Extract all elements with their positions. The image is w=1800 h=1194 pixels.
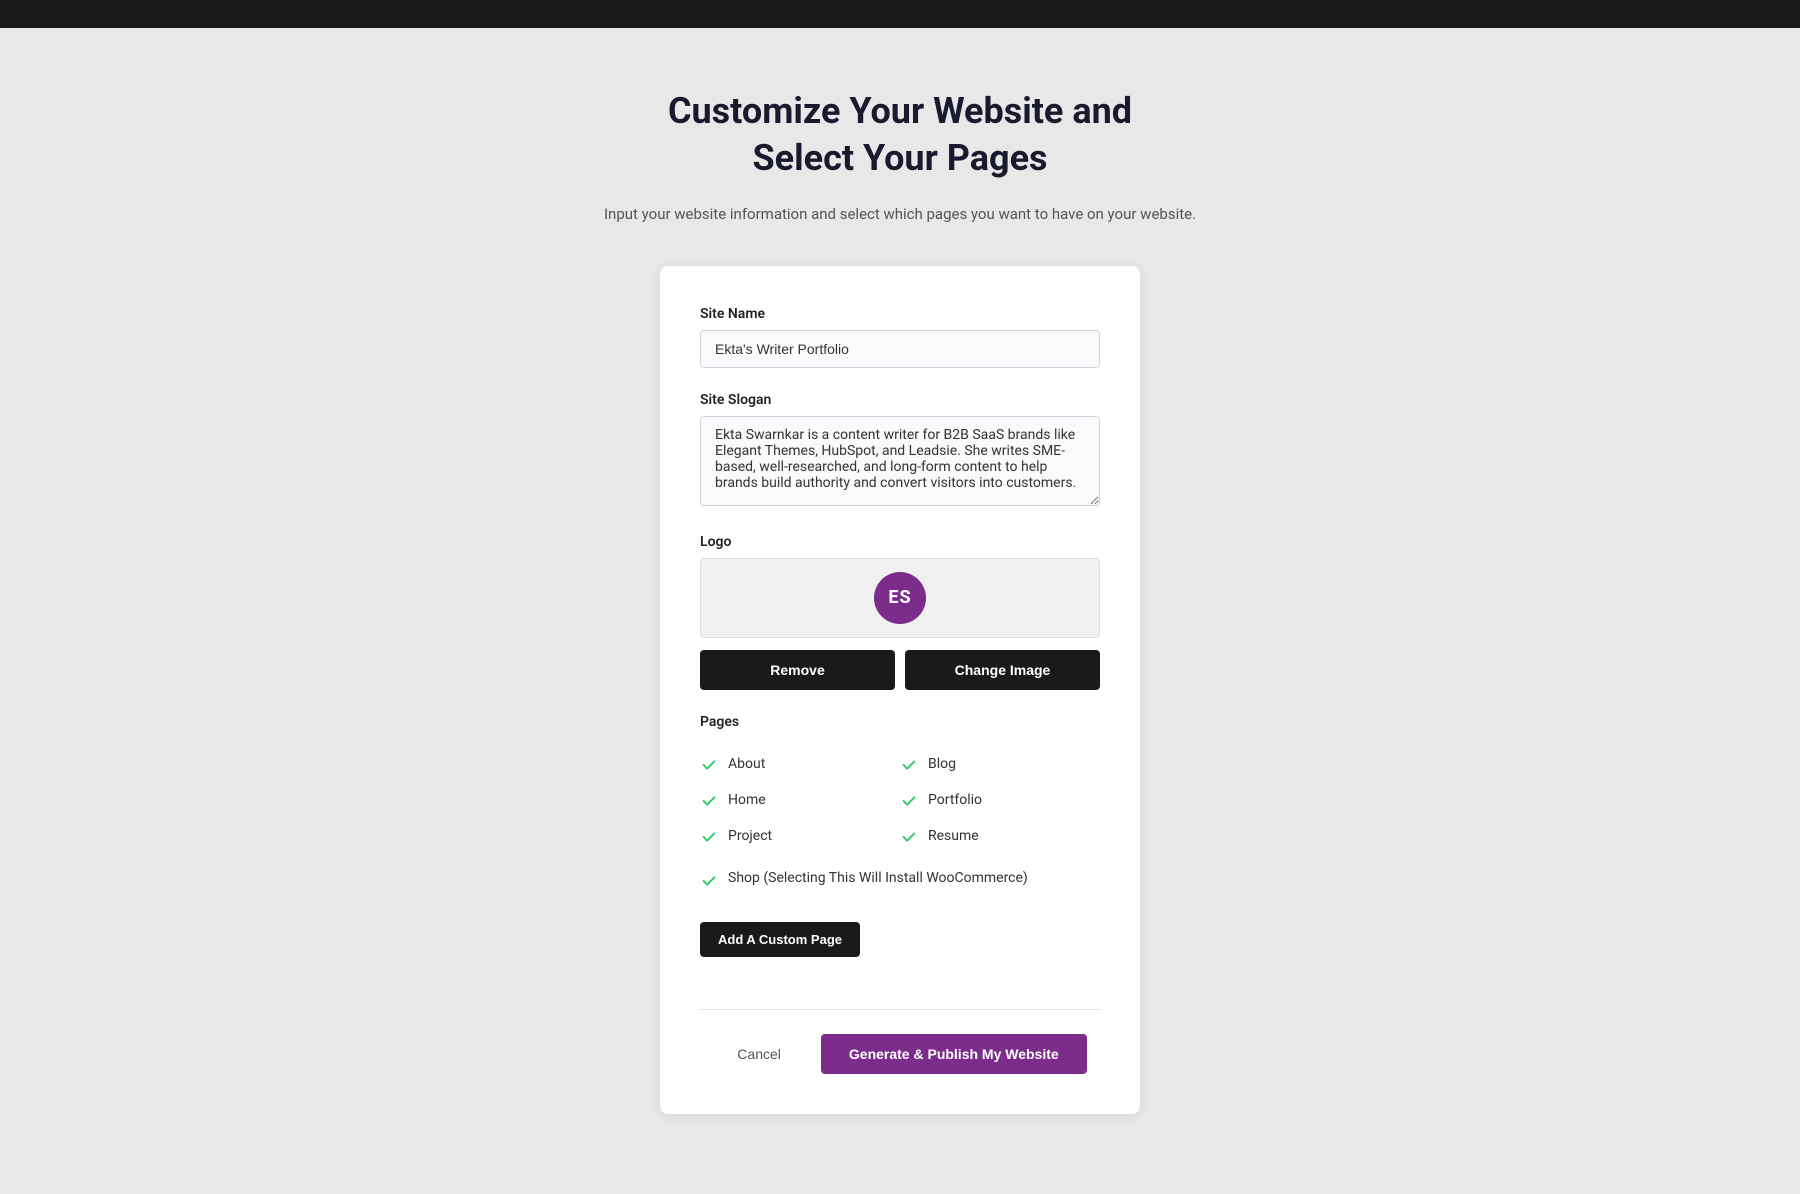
page-item-portfolio: Portfolio xyxy=(900,782,1100,818)
action-row: Cancel Generate & Publish My Website xyxy=(700,1034,1100,1074)
cancel-button[interactable]: Cancel xyxy=(713,1034,805,1074)
page-item-shop: Shop (Selecting This Will Install WooCom… xyxy=(700,862,1100,898)
site-name-input[interactable] xyxy=(700,330,1100,368)
page-item-about: About xyxy=(700,746,900,782)
site-slogan-input[interactable]: Ekta Swarnkar is a content writer for B2… xyxy=(700,416,1100,506)
page-label-project: Project xyxy=(728,828,772,844)
page-label-about: About xyxy=(728,756,765,772)
logo-label: Logo xyxy=(700,534,1100,550)
remove-button[interactable]: Remove xyxy=(700,650,895,690)
check-icon-resume xyxy=(900,828,918,846)
logo-avatar: ES xyxy=(874,572,926,624)
site-name-group: Site Name xyxy=(700,306,1100,368)
page-item-project: Project xyxy=(700,818,900,854)
top-bar xyxy=(0,0,1800,28)
check-icon-portfolio xyxy=(900,792,918,810)
add-custom-page-button[interactable]: Add A Custom Page xyxy=(700,922,860,957)
logo-group: Logo ES Remove Change Image xyxy=(700,534,1100,690)
site-slogan-label: Site Slogan xyxy=(700,392,1100,408)
add-custom-page-container: Add A Custom Page xyxy=(700,914,1100,985)
logo-preview: ES xyxy=(700,558,1100,638)
page-label-resume: Resume xyxy=(928,828,979,844)
pages-label: Pages xyxy=(700,714,1100,730)
page-wrapper: Customize Your Website and Select Your P… xyxy=(0,28,1800,1194)
page-label-portfolio: Portfolio xyxy=(928,792,982,808)
page-label-home: Home xyxy=(728,792,766,808)
page-item-home: Home xyxy=(700,782,900,818)
page-label-blog: Blog xyxy=(928,756,956,772)
pages-grid: About Blog Home xyxy=(700,746,1100,854)
page-title: Customize Your Website and Select Your P… xyxy=(668,88,1132,182)
page-item-resume: Resume xyxy=(900,818,1100,854)
check-icon-shop xyxy=(700,872,718,890)
site-name-label: Site Name xyxy=(700,306,1100,322)
check-icon-project xyxy=(700,828,718,846)
check-icon-about xyxy=(700,756,718,774)
page-subtitle: Input your website information and selec… xyxy=(604,202,1196,226)
main-card: Site Name Site Slogan Ekta Swarnkar is a… xyxy=(660,266,1140,1114)
change-image-button[interactable]: Change Image xyxy=(905,650,1100,690)
divider xyxy=(700,1009,1100,1010)
check-icon-home xyxy=(700,792,718,810)
page-label-shop: Shop (Selecting This Will Install WooCom… xyxy=(728,870,1028,886)
check-icon-blog xyxy=(900,756,918,774)
publish-button[interactable]: Generate & Publish My Website xyxy=(821,1034,1087,1074)
pages-group: Pages About Blog xyxy=(700,714,1100,985)
page-item-blog: Blog xyxy=(900,746,1100,782)
logo-button-row: Remove Change Image xyxy=(700,650,1100,690)
site-slogan-group: Site Slogan Ekta Swarnkar is a content w… xyxy=(700,392,1100,510)
